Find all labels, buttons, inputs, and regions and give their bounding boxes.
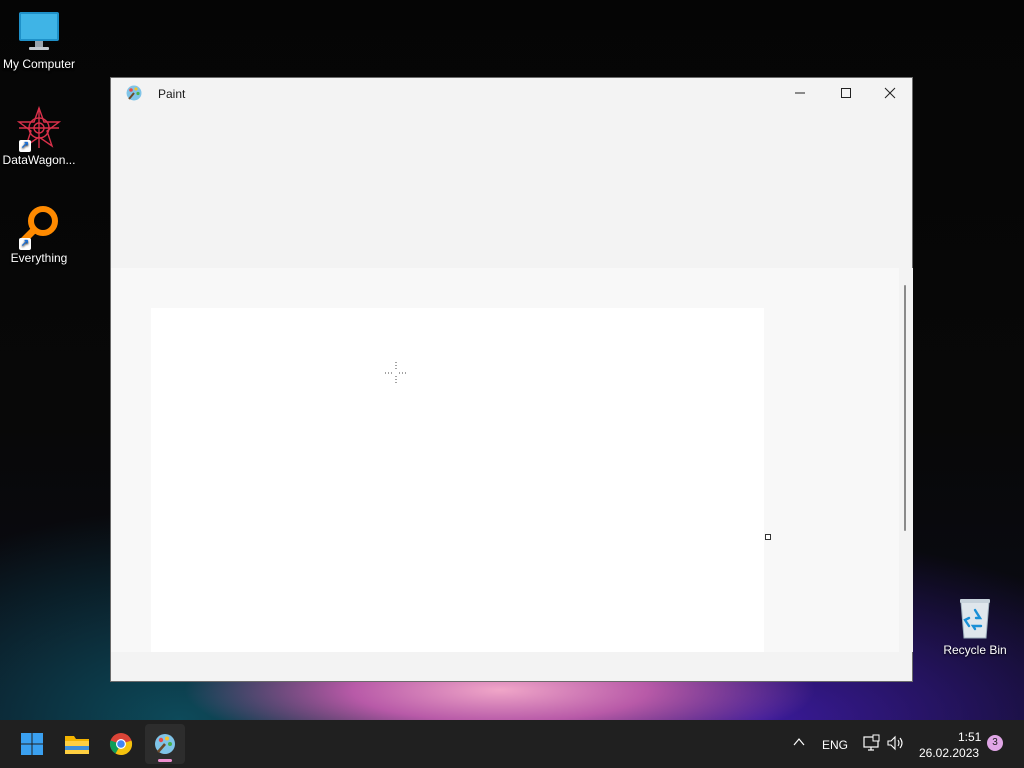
paint-icon: [155, 734, 175, 754]
datawagon-icon: ↗: [16, 105, 62, 152]
minimize-icon: [795, 92, 805, 94]
network-icon[interactable]: [862, 734, 880, 757]
scrollbar-thumb[interactable]: [904, 285, 906, 531]
monitor-icon: [17, 10, 61, 54]
magnifier-icon: ↗: [17, 204, 61, 250]
maximize-icon: [841, 88, 851, 98]
canvas-workspace[interactable]: [111, 268, 899, 652]
close-button[interactable]: [867, 78, 913, 108]
vertical-scrollbar[interactable]: [899, 268, 913, 652]
status-bar: [111, 652, 912, 681]
drawing-canvas[interactable]: [151, 308, 764, 652]
title-bar[interactable]: Paint: [111, 78, 912, 108]
desktop-icon-label: Everything: [10, 251, 68, 265]
volume-icon[interactable]: [886, 734, 904, 757]
windows-start-icon: [21, 733, 43, 755]
chevron-up-icon: [793, 738, 805, 746]
desktop-icon-label: DataWagon...: [2, 153, 76, 167]
desktop-icon-label: Recycle Bin: [943, 643, 1007, 657]
minimize-button[interactable]: [777, 78, 823, 108]
file-explorer-button[interactable]: [57, 724, 97, 764]
desktop-icon-datawagon[interactable]: ↗ DataWagon...: [0, 105, 78, 167]
chrome-icon: [109, 733, 133, 756]
ribbon-area: [111, 108, 912, 268]
shortcut-arrow-icon: ↗: [19, 140, 31, 152]
taskbar: ENG 1:51 26.02.2023: [0, 720, 1024, 768]
window-title: Paint: [158, 87, 186, 101]
desktop-icon-my-computer[interactable]: My Computer: [0, 10, 78, 71]
paint-taskbar-button[interactable]: [145, 724, 185, 764]
shortcut-arrow-icon: ↗: [19, 238, 31, 250]
chrome-button[interactable]: [101, 724, 141, 764]
language-indicator[interactable]: ENG: [822, 738, 848, 752]
recycle-bin-icon: [953, 596, 997, 640]
folder-icon: [65, 736, 89, 754]
paint-window[interactable]: Paint: [110, 77, 913, 682]
desktop-icon-label: My Computer: [2, 57, 76, 71]
clock-time[interactable]: 1:51: [958, 730, 981, 744]
active-app-indicator: [158, 759, 172, 762]
canvas-resize-handle[interactable]: [765, 534, 771, 540]
start-button[interactable]: [12, 724, 52, 764]
show-hidden-icons-button[interactable]: [792, 735, 806, 754]
paint-icon: [125, 84, 143, 102]
maximize-button[interactable]: [823, 78, 869, 108]
desktop-icon-everything[interactable]: ↗ Everything: [0, 204, 78, 265]
crosshair-cursor-icon: [385, 362, 407, 384]
clock-date[interactable]: 26.02.2023: [919, 746, 979, 760]
close-icon: [884, 87, 896, 99]
desktop-icon-recycle-bin[interactable]: Recycle Bin: [936, 596, 1014, 657]
notification-badge[interactable]: 3: [987, 735, 1003, 751]
